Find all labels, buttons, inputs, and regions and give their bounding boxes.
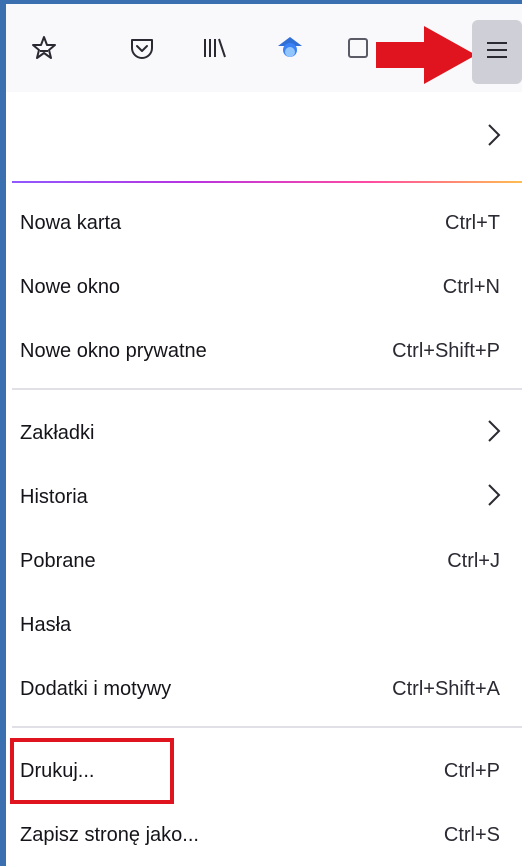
menu-separator — [12, 388, 522, 390]
menu-item-label: Nowe okno prywatne — [20, 340, 207, 362]
chevron-right-icon — [486, 482, 502, 513]
menu-item-save-page-as[interactable]: Zapisz stronę jako... Ctrl+S — [6, 804, 522, 866]
menu-item-bookmarks[interactable]: Zakładki — [6, 402, 522, 464]
menu-item-addons-themes[interactable]: Dodatki i motywy Ctrl+Shift+A — [6, 658, 522, 720]
menu-item-new-private-window[interactable]: Nowe okno prywatne Ctrl+Shift+P — [6, 320, 522, 382]
menu-item-passwords[interactable]: Hasła — [6, 594, 522, 656]
menu-item-label: Dodatki i motywy — [20, 678, 172, 700]
menu-item-label: Pobrane — [20, 550, 96, 572]
menu-item-shortcut: Ctrl+Shift+P — [392, 340, 500, 362]
app-menu-button[interactable] — [472, 20, 522, 84]
extension-blue-icon[interactable] — [272, 30, 308, 66]
menu-item-label: Historia — [20, 486, 88, 508]
menu-item-history[interactable]: Historia — [6, 466, 522, 528]
annotation-highlight-box — [10, 738, 174, 804]
menu-item-label: Zakładki — [20, 422, 95, 444]
menu-item-shortcut: Ctrl+J — [447, 550, 500, 572]
extension-gray-icon[interactable] — [340, 30, 376, 66]
annotation-arrow — [376, 26, 476, 91]
menu-item-shortcut: Ctrl+T — [445, 212, 500, 234]
menu-item-shortcut: Ctrl+P — [443, 760, 500, 782]
chevron-right-icon — [486, 122, 502, 153]
account-header-row[interactable] — [6, 92, 522, 180]
menu-separator — [12, 726, 522, 728]
hamburger-menu-icon — [485, 40, 509, 65]
menu-item-shortcut: Ctrl+Shift+A — [392, 678, 500, 700]
menu-item-shortcut: Ctrl+N — [442, 276, 500, 298]
menu-item-shortcut: Ctrl+S — [443, 824, 500, 846]
library-icon[interactable] — [196, 30, 232, 66]
menu-item-label: Zapisz stronę jako... — [20, 824, 199, 846]
menu-item-new-tab[interactable]: Nowa karta Ctrl+T — [6, 192, 522, 254]
menu-item-label: Hasła — [20, 614, 72, 636]
pocket-icon[interactable] — [124, 30, 160, 66]
chevron-right-icon — [486, 418, 502, 449]
bookmark-star-icon[interactable] — [26, 30, 62, 66]
menu-item-downloads[interactable]: Pobrane Ctrl+J — [6, 530, 522, 592]
menu-item-label: Nowe okno — [20, 276, 121, 298]
menu-item-label: Nowa karta — [20, 212, 122, 234]
gradient-divider — [12, 181, 522, 183]
menu-item-new-window[interactable]: Nowe okno Ctrl+N — [6, 256, 522, 318]
browser-toolbar — [6, 4, 522, 92]
